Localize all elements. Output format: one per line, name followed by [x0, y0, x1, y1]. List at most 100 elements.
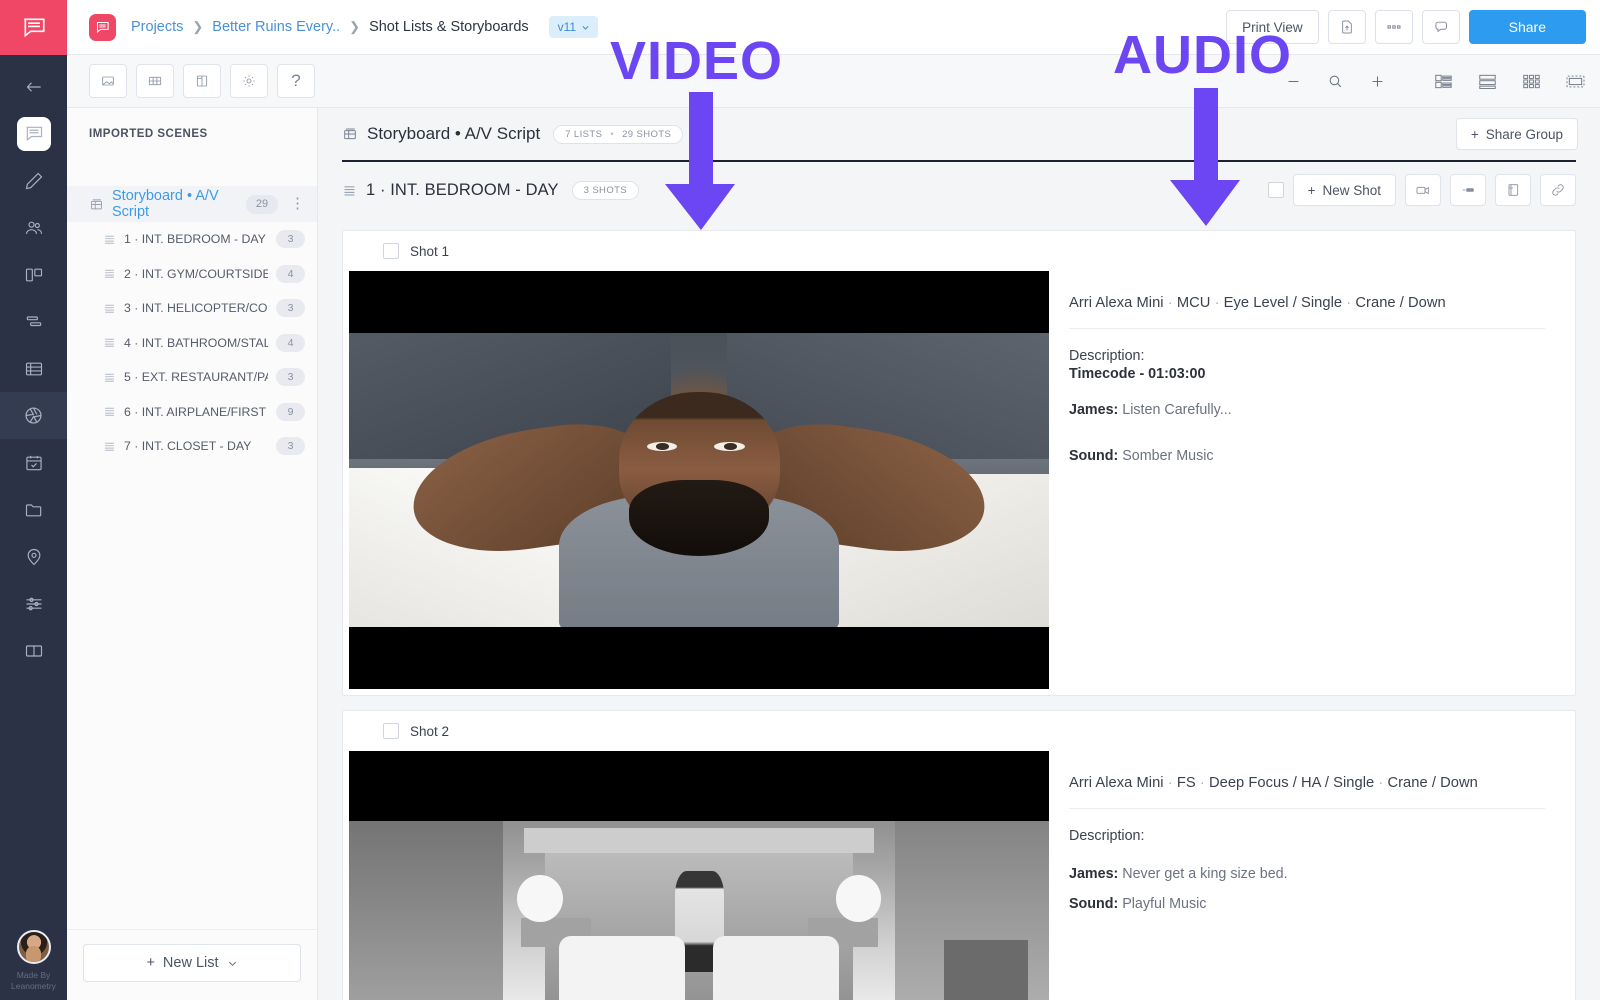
shot-thumbnail[interactable] — [349, 751, 1049, 1000]
new-shot-label: New Shot — [1322, 182, 1381, 198]
sidebar-item-scene[interactable]: 4 · INT. BATHROOM/STALL - D... 4 — [67, 326, 317, 361]
export-file-button[interactable] — [1327, 10, 1366, 44]
sidebar-scene-count: 3 — [276, 230, 305, 249]
sidebar-item-stripboard[interactable] — [0, 298, 67, 345]
sidebar-item-write[interactable] — [0, 157, 67, 204]
shot-photo — [349, 333, 1049, 636]
sidebar-item-scene[interactable]: 1 · INT. BEDROOM - DAY 3 — [67, 222, 317, 257]
tech-separator: · — [1167, 295, 1177, 311]
video-camera-icon — [1416, 186, 1429, 195]
version-selector[interactable]: v11 — [548, 16, 599, 38]
zoom-out-button[interactable] — [1283, 71, 1303, 91]
shot-photo — [349, 821, 1049, 1000]
sidebar-list: Storyboard • A/V Script 29 ⋮ 1 · INT. BE… — [67, 186, 317, 464]
sidebar-item-scene[interactable]: 3 · INT. HELICOPTER/COCKPIT ... 3 — [67, 291, 317, 326]
comments-button[interactable] — [1421, 10, 1460, 44]
made-by-line1: Made By — [16, 970, 51, 980]
shot-image-wrap — [343, 751, 1049, 1000]
collapse-back-icon[interactable] — [0, 63, 67, 110]
sidebar-group-menu-icon[interactable]: ⋮ — [286, 196, 309, 211]
shot-thumbnail[interactable] — [349, 271, 1049, 689]
scenes-sidebar: IMPORTED SCENES Storyboard • A/V Script … — [67, 108, 318, 1000]
sidebar-scene-label: 5 · EXT. RESTAURANT/PATIO - ... — [124, 370, 268, 385]
more-options-button[interactable] — [1374, 10, 1413, 44]
settings-button[interactable] — [230, 64, 268, 98]
add-page-button[interactable] — [1495, 174, 1531, 206]
split-view-button[interactable] — [183, 64, 221, 98]
photo-lamp-left — [517, 875, 563, 922]
share-group-label: Share Group — [1485, 126, 1563, 142]
sidebar-item-files[interactable] — [0, 486, 67, 533]
add-row-button[interactable] — [1450, 174, 1486, 206]
shot-dialogue: James: Listen Carefully... — [1069, 402, 1545, 418]
share-button[interactable]: Share — [1468, 10, 1586, 44]
app-logo[interactable] — [0, 0, 67, 55]
breadcrumb-separator: ❯ — [192, 19, 204, 34]
ellipsis-icon — [1387, 25, 1401, 29]
view-grid-button[interactable] — [1520, 70, 1542, 92]
plus-icon — [1372, 76, 1382, 86]
sidebar-item-scene[interactable]: 7 · INT. CLOSET - DAY 3 — [67, 429, 317, 464]
grid-icon — [148, 76, 162, 86]
share-group-button[interactable]: + Share Group — [1455, 118, 1578, 150]
grid-view-button[interactable] — [136, 64, 174, 98]
dialogue-text: Listen Carefully... — [1122, 402, 1232, 418]
sidebar-item-scene[interactable]: 2 · INT. GYM/COURTSIDE - DAY 4 — [67, 257, 317, 292]
view-rows-button[interactable] — [1476, 70, 1498, 92]
print-view-button[interactable]: Print View — [1226, 10, 1319, 44]
body: IMPORTED SCENES Storyboard • A/V Script … — [67, 108, 1600, 1000]
breadcrumb-project-name[interactable]: Better Ruins Every.. — [212, 19, 340, 35]
view-list-detail-button[interactable] — [1432, 70, 1454, 92]
zoom-in-button[interactable] — [1367, 71, 1387, 91]
new-list-button[interactable]: + New List — [83, 944, 301, 982]
link-button[interactable] — [1540, 174, 1576, 206]
shot-select-checkbox[interactable] — [383, 723, 399, 739]
shot-select-checkbox[interactable] — [383, 243, 399, 259]
shot-angle: Deep Focus / HA / Single — [1208, 775, 1375, 791]
zoom-controls — [1283, 71, 1387, 91]
shotlist-content: Storyboard • A/V Script 7 LISTS • 29 SHO… — [318, 108, 1600, 1000]
frame-icon — [102, 76, 114, 86]
shot-card: Shot 2 Arri Alexa Mini · FS · Deep Focus… — [342, 710, 1576, 1000]
sidebar-item-breakdown[interactable] — [0, 251, 67, 298]
sidebar-group-label: Storyboard • A/V Script — [112, 188, 219, 220]
sidebar-scene-label: 4 · INT. BATHROOM/STALL - D... — [124, 335, 268, 350]
photo-beard — [629, 480, 769, 557]
project-badge-icon[interactable] — [89, 13, 116, 41]
breadcrumb-projects[interactable]: Projects — [131, 19, 183, 35]
zoom-reset-button[interactable] — [1325, 71, 1345, 91]
sidebar-group-storyboard[interactable]: Storyboard • A/V Script 29 ⋮ — [67, 186, 317, 222]
sidebar-item-scene[interactable]: 5 · EXT. RESTAURANT/PATIO - ... 3 — [67, 360, 317, 395]
sidebar-item-dashboard[interactable] — [0, 110, 67, 157]
avatar[interactable] — [16, 930, 51, 964]
sidebar-item-shot-lists[interactable] — [0, 392, 67, 439]
description-label: Description: — [1069, 348, 1145, 364]
sidebar-item-library[interactable] — [0, 627, 67, 674]
sidebar-item-cast[interactable] — [0, 204, 67, 251]
sidebar-item-locations[interactable] — [0, 533, 67, 580]
scene-title: 1 · INT. BEDROOM - DAY — [366, 180, 559, 199]
sidebar-scene-count: 4 — [276, 333, 305, 352]
sidebar-item-settings-sliders[interactable] — [0, 580, 67, 627]
plus-icon: + — [146, 955, 155, 971]
sidebar-item-scene[interactable]: 6 · INT. AIRPLANE/FIRST CLAS... 9 — [67, 395, 317, 430]
frame-view-button[interactable] — [89, 64, 127, 98]
add-video-button[interactable] — [1405, 174, 1441, 206]
rows-icon — [1478, 74, 1496, 89]
shot-detail: Arri Alexa Mini · FS · Deep Focus / HA /… — [1043, 751, 1575, 1000]
storyboard-group-icon — [91, 198, 102, 209]
new-list-label: New List — [162, 955, 219, 971]
sidebar-item-calendar[interactable] — [0, 439, 67, 486]
view-filmstrip-button[interactable] — [1564, 70, 1586, 92]
top-bar: Projects ❯ Better Ruins Every.. ❯ Shot L… — [67, 0, 1600, 55]
scene-select-checkbox[interactable] — [1267, 182, 1284, 198]
sidebar-scene-label: 7 · INT. CLOSET - DAY — [124, 439, 252, 454]
scene-header: 1 · INT. BEDROOM - DAY 3 SHOTS + New Sho… — [318, 162, 1600, 218]
scene-list-icon — [105, 408, 114, 417]
sidebar-item-schedule-list[interactable] — [0, 345, 67, 392]
chevron-down-icon — [228, 961, 236, 966]
photo-big-pillow-left — [559, 936, 685, 1000]
sound-text: Playful Music — [1122, 896, 1207, 912]
new-shot-button[interactable]: + New Shot — [1292, 174, 1396, 206]
help-button[interactable]: ? — [277, 64, 315, 98]
